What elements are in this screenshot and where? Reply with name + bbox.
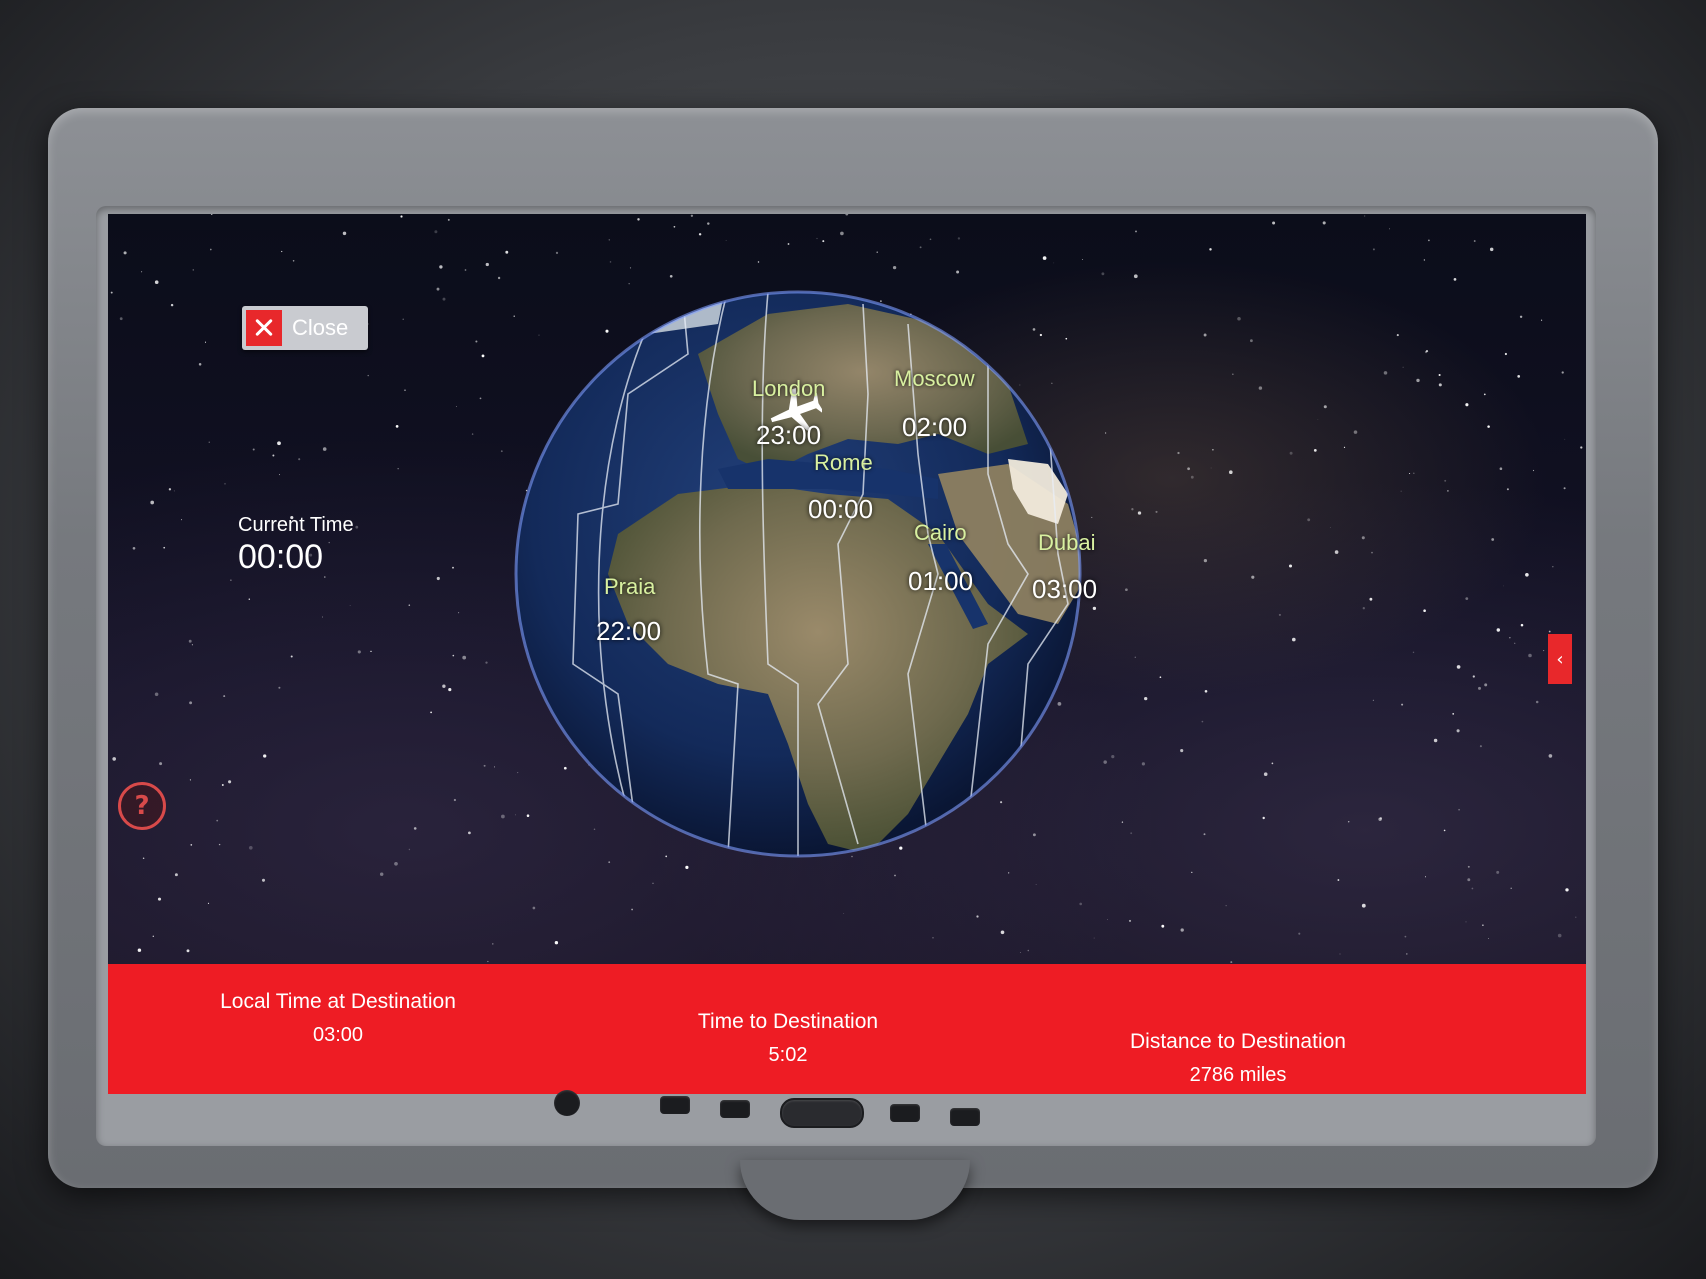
city-time-cairo: 01:00 [908,566,974,596]
local-time-at-destination: Local Time at Destination 03:00 [208,990,468,1047]
distance-label: Distance to Destination [1130,1030,1346,1053]
city-time-moscow: 02:00 [902,412,968,442]
time-to-destination-label: Time to Destination [697,1010,879,1033]
close-button-label: Close [292,315,349,340]
hardware-button-1[interactable] [660,1096,690,1114]
city-time-dubai: 03:00 [1032,574,1098,604]
close-icon [246,310,282,346]
local-time-label: Local Time at Destination [220,990,456,1013]
city-label-london: London [752,376,826,401]
city-time-london: 23:00 [756,420,822,450]
time-to-destination-value: 5:02 [768,1044,808,1066]
chevron-left-icon: ‹ [1556,648,1564,670]
current-time-value: 00:00 [238,538,324,576]
side-panel-tab[interactable]: ‹ [1548,634,1572,684]
world-time-globe[interactable] [468,244,1128,904]
city-time-rome: 00:00 [808,494,874,524]
city-label-praia: Praia [604,574,656,599]
local-time-value: 03:00 [312,1024,364,1046]
hardware-button-2[interactable] [720,1100,750,1118]
help-icon[interactable]: ? [118,782,166,830]
hardware-button-4[interactable] [950,1108,980,1126]
distance-value: 2786 miles [1189,1064,1287,1086]
city-label-dubai: Dubai [1038,530,1096,555]
city-label-cairo: Cairo [914,520,967,545]
close-button[interactable]: Close [242,306,368,350]
flight-info-bar: Local Time at Destination 03:00 Time to … [108,964,1586,1094]
time-to-destination: Time to Destination 5:02 [668,1010,908,1067]
ife-screen: Close Current Time 00:00 ? ‹ London 23:0… [108,214,1586,1094]
city-label-moscow: Moscow [894,366,975,391]
current-time-label: Current Time [238,514,354,536]
bezel-notch [740,1160,970,1220]
city-time-praia: 22:00 [596,616,662,646]
distance-to-destination: Distance to Destination 2786 miles [1108,1030,1368,1087]
city-label-rome: Rome [814,450,873,475]
headphone-jack [554,1090,580,1116]
hardware-button-3[interactable] [890,1104,920,1122]
hardware-home-button[interactable] [780,1098,864,1128]
